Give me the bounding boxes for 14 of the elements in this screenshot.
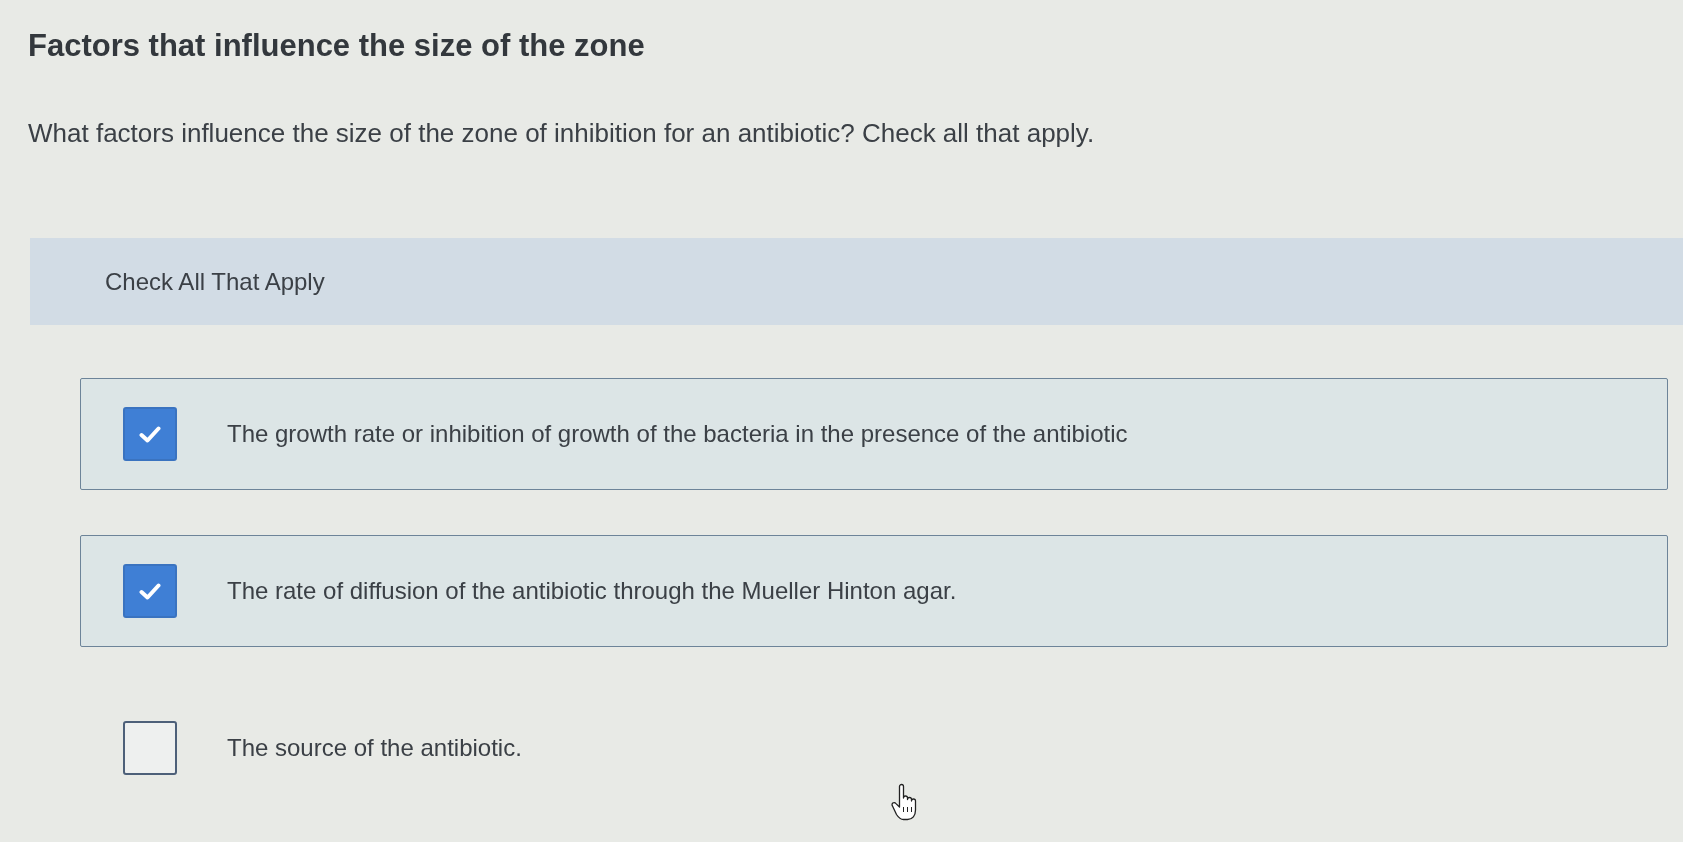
question-title: Factors that influence the size of the zone	[28, 28, 645, 64]
option-label: The source of the antibiotic.	[227, 733, 522, 763]
checkbox[interactable]	[123, 564, 177, 618]
checkmark-icon	[139, 582, 161, 600]
checkbox[interactable]	[123, 721, 177, 775]
option-label: The growth rate or inhibition of growth of the bacteria in the presence of the antibiotic	[227, 419, 1128, 449]
hand-cursor-icon	[891, 783, 918, 821]
question-text: What factors influence the size of the zone of inhibition for an antibiotic? Check all that apply.	[28, 117, 1095, 149]
answer-option-card[interactable]: The rate of diffusion of the antibiotic through the Mueller Hinton agar.	[80, 535, 1668, 647]
checkmark-icon	[139, 425, 161, 443]
instruction-text: Check All That Apply	[105, 266, 325, 297]
answer-option-card[interactable]: The growth rate or inhibition of growth of the bacteria in the presence of the antibiotic	[80, 378, 1668, 490]
option-label: The rate of diffusion of the antibiotic through the Mueller Hinton agar.	[227, 576, 957, 606]
checkbox[interactable]	[123, 407, 177, 461]
